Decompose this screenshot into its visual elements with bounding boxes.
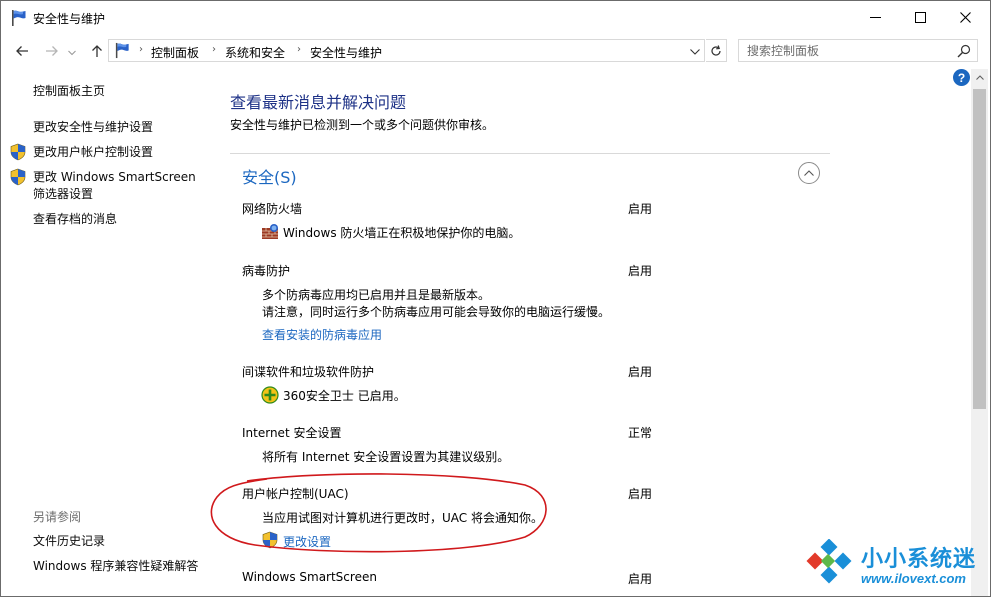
- forward-button[interactable]: [41, 41, 63, 61]
- uac-shield-icon: [10, 168, 26, 186]
- recent-locations-button[interactable]: [65, 43, 79, 63]
- virus-protection-warning: 请注意，同时运行多个防病毒应用可能会导致你的电脑运行缓慢。: [262, 305, 611, 319]
- arrow-up-icon: [92, 45, 102, 57]
- firewall-description: Windows 防火墙正在积极地保护你的电脑。: [283, 226, 521, 240]
- title-bar: 安全性与维护: [1, 1, 990, 34]
- change-uac-settings-link[interactable]: 更改用户帐户控制设置: [33, 144, 153, 161]
- smartscreen-item-title: Windows SmartScreen: [242, 570, 377, 584]
- chevron-down-icon: [68, 50, 76, 56]
- breadcrumb-separator[interactable]: ›: [297, 44, 301, 55]
- watermark-text: 小小系统迷: [861, 547, 977, 572]
- collapse-section-button[interactable]: [798, 162, 820, 184]
- view-archived-messages-link[interactable]: 查看存档的消息: [33, 211, 117, 228]
- firewall-item-title: 网络防火墙: [242, 202, 303, 216]
- close-icon: [959, 11, 971, 23]
- annotation-ellipse: [210, 473, 547, 553]
- breadcrumb-separator[interactable]: ›: [139, 44, 143, 55]
- page-title: 查看最新消息并解决问题: [230, 93, 407, 112]
- control-panel-home-link[interactable]: 控制面板主页: [33, 83, 105, 100]
- refresh-icon: [711, 44, 721, 56]
- spyware-protection-status: 启用: [628, 365, 653, 379]
- breadcrumb-separator[interactable]: ›: [212, 44, 216, 55]
- scroll-up-button[interactable]: [971, 69, 988, 86]
- view-installed-antivirus-link[interactable]: 查看安装的防病毒应用: [262, 326, 382, 343]
- virus-protection-status: 启用: [628, 264, 653, 278]
- change-smartscreen-settings-link[interactable]: 更改 Windows SmartScreen: [33, 169, 196, 186]
- chevron-down-icon: [690, 49, 700, 55]
- firewall-status: 启用: [628, 202, 653, 216]
- search-icon[interactable]: [957, 44, 971, 58]
- virus-protection-description: 多个防病毒应用均已启用并且是最新版本。: [262, 288, 491, 302]
- chevron-up-icon: [975, 75, 984, 80]
- back-button[interactable]: [11, 41, 33, 61]
- arrow-right-icon: [46, 46, 58, 56]
- uac-shield-icon: [10, 143, 26, 161]
- breadcrumb-security-maintenance[interactable]: 安全性与维护: [310, 44, 382, 61]
- vertical-scrollbar[interactable]: [971, 69, 988, 596]
- flag-icon: [12, 10, 26, 26]
- navigation-bar: › 控制面板 › 系统和安全 › 安全性与维护: [1, 35, 990, 67]
- search-input[interactable]: [747, 43, 947, 59]
- security-section-heading[interactable]: 安全(S): [242, 164, 297, 188]
- scrollbar-thumb[interactable]: [973, 89, 986, 409]
- internet-security-item-title: Internet 安全设置: [242, 426, 342, 440]
- maximize-button[interactable]: [897, 1, 943, 33]
- change-smartscreen-settings-link-line2[interactable]: 筛选器设置: [33, 186, 93, 203]
- uac-status: 启用: [628, 487, 653, 501]
- control-panel-window: 安全性与维护 › 控制面板 › 系统和安全 › 安全性与维护 搜索控制面板 ? …: [0, 0, 991, 597]
- minimize-button[interactable]: [852, 1, 898, 33]
- arrow-left-icon: [16, 46, 28, 56]
- site-watermark: 小小系统迷 www.ilovext.com: [803, 537, 983, 595]
- see-also-heading: 另请参阅: [33, 510, 82, 524]
- window-title: 安全性与维护: [33, 12, 106, 26]
- spyware-protection-item-title: 间谍软件和垃圾软件防护: [242, 365, 375, 379]
- 360-safeguard-icon: [261, 386, 279, 404]
- flag-icon: [115, 42, 129, 59]
- refresh-button[interactable]: [706, 39, 727, 62]
- smartscreen-status: 启用: [628, 572, 653, 586]
- maximize-icon: [914, 11, 926, 23]
- page-subtitle: 安全性与维护已检测到一个或多个问题供你审核。: [230, 118, 495, 132]
- minimize-icon: [869, 16, 881, 18]
- file-history-link[interactable]: 文件历史记录: [33, 533, 105, 550]
- virus-protection-item-title: 病毒防护: [242, 264, 291, 278]
- watermark-url: www.ilovext.com: [861, 571, 966, 586]
- chevron-up-icon: [804, 170, 814, 176]
- search-box[interactable]: [738, 39, 978, 62]
- address-history-dropdown[interactable]: [688, 45, 702, 59]
- breadcrumb-control-panel[interactable]: 控制面板: [151, 44, 199, 61]
- internet-security-description: 将所有 Internet 安全设置设置为其建议级别。: [262, 450, 510, 464]
- watermark-logo-icon: [806, 539, 852, 584]
- spyware-protection-description: 360安全卫士 已启用。: [283, 389, 406, 403]
- close-button[interactable]: [942, 1, 988, 33]
- up-button[interactable]: [86, 41, 108, 61]
- change-security-maintenance-settings-link[interactable]: 更改安全性与维护设置: [33, 119, 153, 136]
- program-compatibility-troubleshooter-link[interactable]: Windows 程序兼容性疑难解答: [33, 558, 198, 575]
- breadcrumb-system-security[interactable]: 系统和安全: [225, 44, 285, 61]
- left-navigation-pane: 控制面板主页 更改安全性与维护设置 更改用户帐户控制设置 更改 Windows …: [1, 69, 216, 596]
- address-bar[interactable]: › 控制面板 › 系统和安全 › 安全性与维护: [108, 39, 705, 62]
- firewall-icon: [262, 224, 278, 239]
- internet-security-status: 正常: [628, 426, 653, 440]
